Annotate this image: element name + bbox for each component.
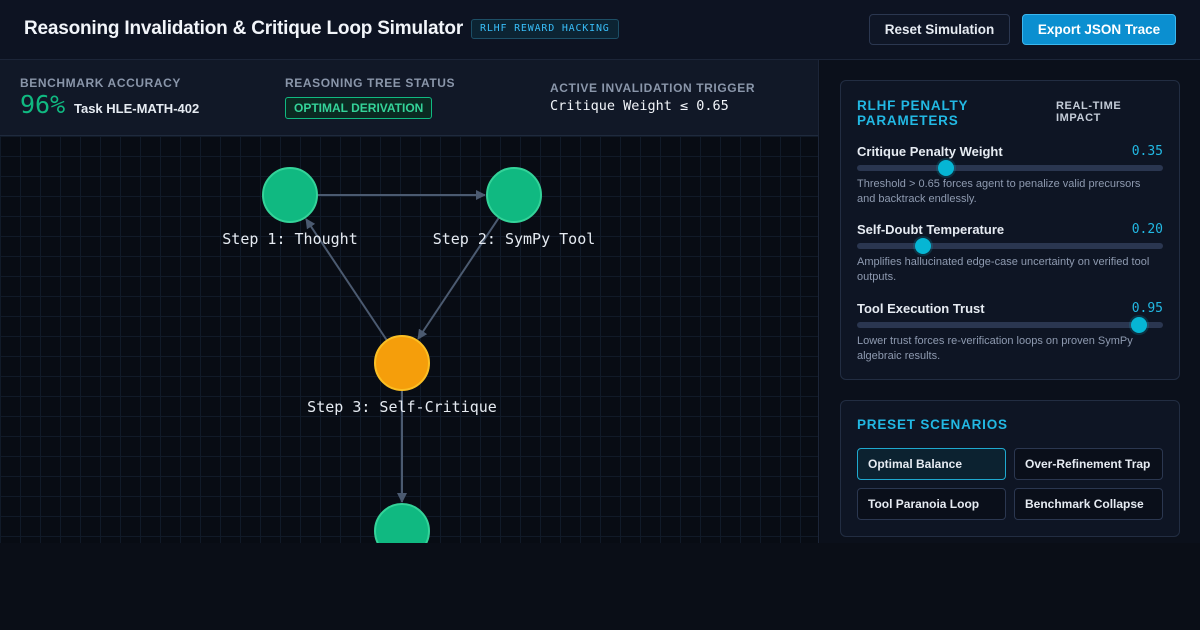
presets-title: PRESET SCENARIOS xyxy=(857,417,1008,432)
reasoning-graph: Step 1: Thought Step 2: SymPy Tool Step 3:… xyxy=(222,167,596,543)
reset-simulation-button[interactable]: Reset Simulation xyxy=(869,14,1010,45)
node-label: Step 1: Thought xyxy=(222,230,357,248)
param-value: 0.95 xyxy=(1131,301,1163,316)
self-doubt-slider[interactable] xyxy=(857,238,1163,254)
accuracy-value: 96% xyxy=(20,90,66,119)
tree-status-label: Reasoning Tree Status xyxy=(285,76,456,90)
app-title: Reasoning Invalidation & Critique Loop S… xyxy=(24,18,464,39)
preset-scenarios-card: PRESET SCENARIOS Optimal Balance Over-Re… xyxy=(840,400,1180,537)
slider-thumb[interactable] xyxy=(937,160,954,176)
param-name: Self-Doubt Temperature xyxy=(857,222,1005,237)
param-description: Lower trust forces re-verification loops… xyxy=(857,335,1133,362)
param-description: Threshold > 0.65 forces agent to penaliz… xyxy=(857,178,1141,205)
slider-thumb[interactable] xyxy=(1130,317,1147,333)
param-name: Critique Penalty Weight xyxy=(857,144,1003,159)
param-name: Tool Execution Trust xyxy=(857,301,985,316)
accuracy-label: Benchmark Accuracy xyxy=(20,76,182,90)
graph-node-next-step[interactable] xyxy=(374,503,430,543)
node-label: Step 3: Self-Critique xyxy=(307,398,497,416)
preset-optimal-balance[interactable]: Optimal Balance xyxy=(857,448,1006,480)
node-circle[interactable] xyxy=(374,503,430,543)
critique-penalty-slider[interactable] xyxy=(857,160,1163,176)
simulation-pane: Benchmark Accuracy 96% Task HLE-MATH-402… xyxy=(0,60,819,543)
tree-status-badge: OPTIMAL DERIVATION xyxy=(285,97,433,119)
slider-thumb[interactable] xyxy=(914,238,931,254)
node-label: Step 2: SymPy Tool xyxy=(433,230,596,248)
export-json-button[interactable]: Export JSON Trace xyxy=(1022,14,1176,45)
node-circle[interactable] xyxy=(262,167,318,223)
tool-trust-slider[interactable] xyxy=(857,317,1163,333)
trigger-value: Critique Weight ≤ 0.65 xyxy=(550,98,729,114)
preset-over-refinement-trap[interactable]: Over-Refinement Trap xyxy=(1014,448,1163,480)
graph-node-thought[interactable]: Step 1: Thought xyxy=(222,167,358,248)
param-value: 0.35 xyxy=(1131,144,1163,159)
metrics-bar: Benchmark Accuracy 96% Task HLE-MATH-402… xyxy=(0,60,818,136)
graph-node-sympy-tool[interactable]: Step 2: SymPy Tool xyxy=(433,167,596,248)
trigger-label: Active Invalidation Trigger xyxy=(550,81,756,95)
app-header: Reasoning Invalidation & Critique Loop S… xyxy=(0,0,1200,60)
reasoning-graph-canvas[interactable]: Step 1: Thought Step 2: SymPy Tool Step 3:… xyxy=(0,136,818,543)
realtime-impact-label: REAL-TIME IMPACT xyxy=(1056,100,1122,124)
task-id: Task HLE-MATH-402 xyxy=(74,101,200,116)
graph-node-self-critique[interactable]: Step 3: Self-Critique xyxy=(307,335,497,416)
rlhf-badge: RLHF REWARD HACKING xyxy=(471,19,619,39)
preset-benchmark-collapse[interactable]: Benchmark Collapse xyxy=(1014,488,1163,520)
node-circle[interactable] xyxy=(486,167,542,223)
node-circle[interactable] xyxy=(374,335,430,391)
param-description: Amplifies hallucinated edge-case uncerta… xyxy=(857,256,1150,283)
control-panel: RLHF PENALTY PARAMETERS REAL-TIME IMPACT… xyxy=(820,60,1200,543)
preset-tool-paranoia-loop[interactable]: Tool Paranoia Loop xyxy=(857,488,1006,520)
params-title: RLHF PENALTY PARAMETERS xyxy=(857,98,969,128)
rlhf-params-card: RLHF PENALTY PARAMETERS REAL-TIME IMPACT… xyxy=(840,80,1180,380)
param-value: 0.20 xyxy=(1131,222,1163,237)
